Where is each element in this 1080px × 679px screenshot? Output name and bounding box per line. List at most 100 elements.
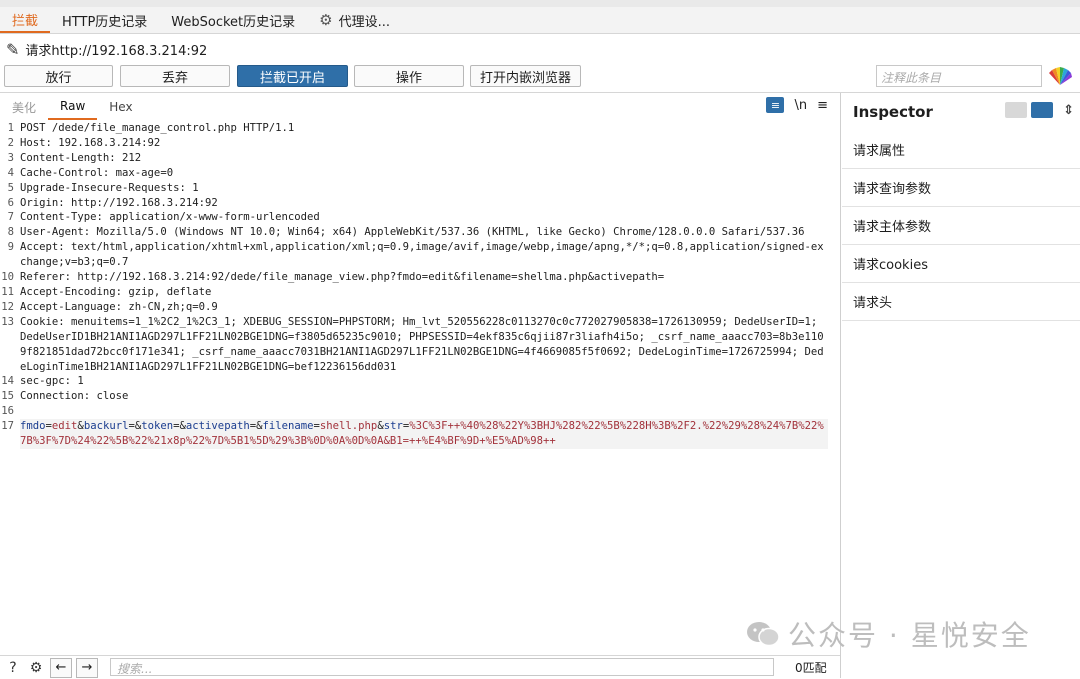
forward-button[interactable]: 放行	[4, 65, 113, 87]
inspector-item-attributes[interactable]: 请求属性	[842, 131, 1080, 169]
line-content: Cookie: menuitems=1_1%2C2_1%2C3_1; XDEBU…	[20, 315, 824, 373]
line-content: Accept: text/html,application/xhtml+xml,…	[20, 241, 824, 269]
tab-raw[interactable]: Raw	[48, 94, 98, 120]
proxy-tab-bar: 拦截 HTTP历史记录 WebSocket历史记录 ⚙ 代理设...	[0, 7, 1080, 34]
param-key: str	[383, 420, 403, 433]
code-line: 14 sec-gpc: 1	[0, 374, 840, 389]
line-content: Accept-Language: zh-CN,zh;q=0.9	[20, 300, 218, 313]
line-number: 7	[7, 211, 14, 224]
line-number: 14	[1, 375, 14, 388]
body-line: 17 fmdo=edit&backurl=&token=&activepath=&…	[0, 419, 840, 449]
help-icon[interactable]: ?	[3, 658, 23, 678]
watermark-text: 公众号 · 星悦安全	[788, 619, 1031, 652]
code-line: 12 Accept-Language: zh-CN,zh;q=0.9	[0, 300, 840, 315]
param-key: filename	[262, 420, 314, 433]
tab-intercept[interactable]: 拦截	[0, 7, 51, 33]
line-content: POST /dede/file_manage_control.php HTTP/…	[20, 122, 295, 134]
editor-tab-bar: 美化 Raw Hex ≡ \n ≡	[0, 94, 840, 120]
intercept-toggle-button[interactable]: 拦截已开启	[237, 65, 348, 87]
line-content	[20, 404, 828, 419]
code-line: 10 Referer: http://192.168.3.214:92/dede/…	[0, 270, 840, 285]
line-number: 8	[7, 226, 14, 239]
watermark: 公众号 · 星悦安全	[746, 614, 1031, 654]
code-line: 1 POST /dede/file_manage_control.php HTTP…	[0, 121, 840, 136]
line-number: 4	[7, 166, 14, 179]
tab-pretty[interactable]: 美化	[0, 94, 48, 120]
inspector-title: Inspector	[853, 103, 933, 121]
line-number: 1	[7, 122, 14, 134]
drop-button[interactable]: 丢弃	[120, 65, 230, 87]
line-number: 2	[7, 136, 14, 149]
collapse-icon[interactable]: ⇕	[1063, 103, 1074, 118]
line-number: 6	[7, 196, 14, 209]
request-url: 请求http://192.168.3.214:92	[25, 43, 208, 59]
line-content: User-Agent: Mozilla/5.0 (Windows NT 10.0…	[20, 226, 805, 239]
code-line: 15 Connection: close	[0, 389, 840, 404]
layout-list-icon[interactable]	[1005, 102, 1028, 118]
tab-hex[interactable]: Hex	[97, 94, 144, 120]
search-bar: ? ⚙ ← → 搜索... 0匹配	[0, 655, 840, 679]
param-key: token	[141, 420, 174, 433]
wrap-lines-icon[interactable]: ≡	[766, 97, 785, 113]
line-content: Content-Type: application/x-www-form-url…	[20, 211, 320, 224]
code-line: 3 Content-Length: 212	[0, 151, 840, 166]
code-line: 7 Content-Type: application/x-www-form-ur…	[0, 210, 840, 225]
code-line: 4 Cache-Control: max-age=0	[0, 166, 840, 181]
tab-http-history[interactable]: HTTP历史记录	[50, 7, 159, 33]
menu-icon[interactable]: ≡	[817, 98, 828, 113]
line-number: 16	[1, 405, 14, 418]
param-value: edit	[51, 420, 78, 433]
prev-match-button[interactable]: ←	[50, 657, 72, 678]
inspector-header: Inspector ⇕	[842, 93, 1080, 131]
wechat-logo-icon	[747, 622, 780, 647]
line-content: Host: 192.168.3.214:92	[20, 136, 161, 149]
code-line: 5 Upgrade-Insecure-Requests: 1	[0, 181, 840, 196]
inspector-item-body-params[interactable]: 请求主体参数	[842, 207, 1080, 245]
code-line: 2 Host: 192.168.3.214:92	[0, 136, 840, 151]
comment-input[interactable]: 注释此条目	[876, 65, 1042, 87]
code-line: 8 User-Agent: Mozilla/5.0 (Windows NT 10.…	[0, 225, 840, 240]
line-content: Upgrade-Insecure-Requests: 1	[20, 181, 199, 194]
layout-split-icon[interactable]	[1031, 102, 1054, 118]
action-toolbar: 放行 丢弃 拦截已开启 操作 打开内嵌浏览器 注释此条目	[0, 64, 1080, 90]
inspector-item-headers[interactable]: 请求头	[842, 283, 1080, 321]
code-line: 9 Accept: text/html,application/xhtml+xml…	[0, 240, 840, 270]
editor-tools: ≡ \n ≡	[766, 97, 828, 113]
line-content: Cache-Control: max-age=0	[20, 166, 174, 179]
body-content: fmdo=edit&backurl=&token=&activepath=&fi…	[20, 419, 828, 449]
show-newlines-button[interactable]: \n	[794, 98, 807, 113]
next-match-button[interactable]: →	[76, 657, 98, 678]
param-value: shell.php	[319, 420, 378, 433]
code-line: 11 Accept-Encoding: gzip, deflate	[0, 285, 840, 300]
open-browser-button[interactable]: 打开内嵌浏览器	[470, 65, 581, 87]
request-target: ✎ 请求http://192.168.3.214:92	[0, 36, 1080, 62]
line-number: 12	[1, 300, 14, 313]
tab-websocket-history[interactable]: WebSocket历史记录	[159, 7, 307, 33]
inspector-panel: Inspector ⇕ 请求属性 请求查询参数 请求主体参数 请求cookies…	[842, 93, 1080, 678]
line-content: sec-gpc: 1	[20, 375, 84, 388]
pencil-icon[interactable]: ✎	[6, 40, 19, 59]
line-number: 9	[7, 241, 14, 254]
param-key: activepath	[185, 420, 250, 433]
settings-gear-icon[interactable]: ⚙	[26, 658, 46, 678]
line-content: Content-Length: 212	[20, 151, 142, 164]
search-input[interactable]: 搜索...	[110, 658, 774, 676]
line-content: Referer: http://192.168.3.214:92/dede/fi…	[20, 271, 665, 284]
highlight-color-icon[interactable]	[1047, 66, 1073, 86]
param-key: fmdo	[20, 420, 46, 433]
panel-splitter[interactable]	[840, 93, 841, 678]
line-number: 3	[7, 151, 14, 164]
line-content: Origin: http://192.168.3.214:92	[20, 196, 218, 209]
action-button[interactable]: 操作	[354, 65, 464, 87]
raw-request-editor[interactable]: 1 POST /dede/file_manage_control.php HTTP…	[0, 121, 840, 653]
inspector-item-query-params[interactable]: 请求查询参数	[842, 169, 1080, 207]
line-number: 10	[1, 271, 14, 284]
line-number: 17	[1, 420, 14, 433]
inspector-item-cookies[interactable]: 请求cookies	[842, 245, 1080, 283]
code-line: 13 Cookie: menuitems=1_1%2C2_1%2C3_1; XDE…	[0, 315, 840, 375]
match-count: 0匹配	[795, 661, 827, 675]
tab-proxy-settings[interactable]: ⚙ 代理设...	[307, 7, 402, 33]
gear-icon: ⚙	[319, 11, 333, 29]
line-number: 15	[1, 390, 14, 403]
line-number: 11	[1, 285, 14, 298]
